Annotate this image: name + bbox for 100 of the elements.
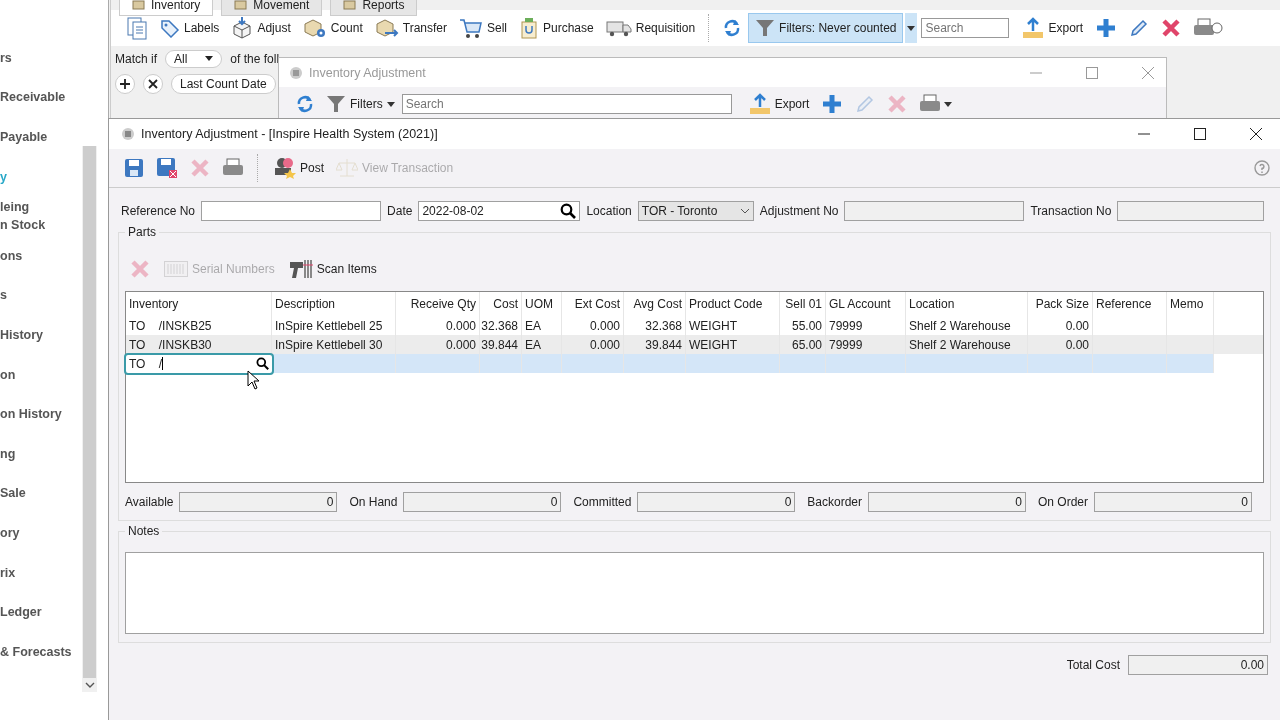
chevron-icon: [739, 208, 750, 214]
column-header[interactable]: Memo: [1167, 292, 1214, 316]
transaction-field[interactable]: [1117, 201, 1265, 221]
sidebar-item[interactable]: ory: [0, 513, 82, 553]
sidebar-item[interactable]: Receivable: [0, 77, 82, 118]
help-icon[interactable]: [1254, 160, 1270, 176]
toolbar-button[interactable]: Purchase: [514, 14, 599, 42]
field-label: Location: [586, 204, 632, 218]
inventory-input[interactable]: TO /: [124, 352, 274, 375]
location-dropdown[interactable]: TOR - Toronto: [637, 201, 754, 221]
printer-icon: [222, 158, 244, 178]
toolbar-button[interactable]: Count: [297, 14, 368, 42]
scrollbar[interactable]: [82, 146, 97, 692]
box-arrow-icon: [374, 17, 399, 39]
toolbar-button[interactable]: Labels: [155, 14, 225, 42]
date-field[interactable]: 2022-08-02: [418, 201, 581, 221]
toolbar-button[interactable]: Sell: [454, 14, 512, 42]
table-row[interactable]: TO /INSKB30 InSpire Kettlebell 30 0.000 39.844 EA 0.000 39.844 WEIGHT 65.00 79999 Shelf 2 Warehouse 0.00: [126, 335, 1263, 354]
column-header[interactable]: Inventory: [126, 292, 272, 316]
field-label: Available: [125, 495, 174, 509]
tab[interactable]: Movement: [221, 0, 323, 16]
toolbar-button[interactable]: Post: [267, 154, 329, 182]
window-title: Inventory Adjustment - [Inspire Health System (2021)]: [141, 127, 438, 141]
notes-field[interactable]: [125, 552, 1264, 634]
quantity-field: 0: [403, 492, 562, 512]
column-header[interactable]: Receive Qty: [396, 292, 480, 316]
tab[interactable]: Reports: [330, 0, 418, 16]
box-icon: [234, 0, 248, 10]
group-label: Parts: [125, 225, 159, 239]
dropdown-button[interactable]: [905, 13, 918, 43]
save-icon: [124, 158, 144, 178]
app-icon: [121, 127, 135, 141]
box-gear-icon: [302, 17, 327, 39]
column-header[interactable]: Sell 01: [780, 292, 826, 316]
quantity-field: 0: [637, 492, 796, 512]
search-icon[interactable]: [256, 357, 269, 370]
sidebar-item[interactable]: leing n Stock: [0, 196, 82, 236]
delete-icon: [190, 158, 210, 178]
column-header[interactable]: Pack Size: [1028, 292, 1093, 316]
field-label: Transaction No: [1030, 204, 1112, 218]
match-label: Match if: [115, 51, 157, 66]
sidebar-item[interactable]: Ledger: [0, 592, 82, 632]
add-condition-button[interactable]: [115, 73, 135, 94]
sidebar-item[interactable]: rs: [0, 38, 82, 78]
column-header[interactable]: UOM: [522, 292, 562, 316]
table-row[interactable]: TO /: [126, 354, 1214, 373]
caret-icon: [386, 101, 395, 107]
export-button[interactable]: Export: [743, 90, 815, 118]
column-header[interactable]: Cost: [480, 292, 522, 316]
pencil-icon: [855, 94, 876, 114]
export-button[interactable]: Export: [1017, 14, 1089, 42]
column-header[interactable]: GL Account: [826, 292, 906, 316]
document-icon: [126, 16, 148, 40]
adjustment-field[interactable]: [844, 201, 1025, 221]
search-icon[interactable]: [560, 203, 577, 219]
toolbar-button[interactable]: Transfer: [369, 14, 452, 42]
group-label: Notes: [125, 524, 163, 538]
field-label: Adjustment No: [759, 204, 839, 218]
close-icon[interactable]: [1250, 128, 1262, 140]
sidebar-item[interactable]: History: [0, 315, 82, 355]
tab[interactable]: Inventory: [119, 0, 214, 16]
field-label: On Hand: [349, 495, 398, 509]
match-dropdown[interactable]: All: [165, 49, 223, 68]
column-header[interactable]: Description: [272, 292, 396, 316]
cart-icon: [459, 17, 483, 39]
box-icon: [231, 17, 254, 39]
column-header[interactable]: Reference: [1093, 292, 1167, 316]
condition-field[interactable]: Last Count Date: [171, 73, 276, 94]
box-icon: [132, 0, 145, 10]
sidebar-item[interactable]: ons: [0, 235, 82, 276]
sidebar-item[interactable]: Sale: [0, 473, 82, 514]
sidebar-item[interactable]: & Forecasts: [0, 631, 82, 672]
toolbar-button[interactable]: Requisition: [600, 14, 701, 42]
sidebar-item[interactable]: on History: [0, 394, 82, 434]
field-label: On Order: [1038, 495, 1088, 509]
column-header[interactable]: Product Code: [686, 292, 780, 316]
filter-button[interactable]: Filters: [321, 90, 400, 118]
filter-button[interactable]: Filters: Never counted: [748, 13, 904, 43]
sidebar-item[interactable]: rix: [0, 552, 82, 593]
chevron-icon[interactable]: [84, 681, 95, 689]
bag-icon: [519, 17, 539, 39]
field-label: Date: [387, 204, 413, 218]
field-label: Reference No: [121, 204, 196, 218]
sidebar-item[interactable]: Payable: [0, 117, 82, 157]
field-label: Total Cost: [1066, 658, 1120, 672]
reference-field[interactable]: [201, 201, 382, 221]
filter-icon: [326, 94, 346, 114]
search-field[interactable]: Search: [401, 94, 732, 114]
column-header[interactable]: Ext Cost: [562, 292, 624, 316]
toolbar-button[interactable]: Scan Items: [283, 255, 382, 283]
remove-condition-button[interactable]: [143, 73, 163, 94]
sidebar-item[interactable]: on: [0, 354, 82, 395]
column-header[interactable]: Avg Cost: [624, 292, 686, 316]
maximize-icon[interactable]: [1194, 128, 1206, 140]
column-header[interactable]: Location: [906, 292, 1028, 316]
sidebar-item[interactable]: s: [0, 275, 82, 316]
sidebar-item[interactable]: ng: [0, 433, 82, 474]
toolbar-button[interactable]: Adjust: [226, 14, 296, 42]
search-field[interactable]: Search: [921, 18, 1010, 38]
plus-icon: [120, 78, 130, 89]
